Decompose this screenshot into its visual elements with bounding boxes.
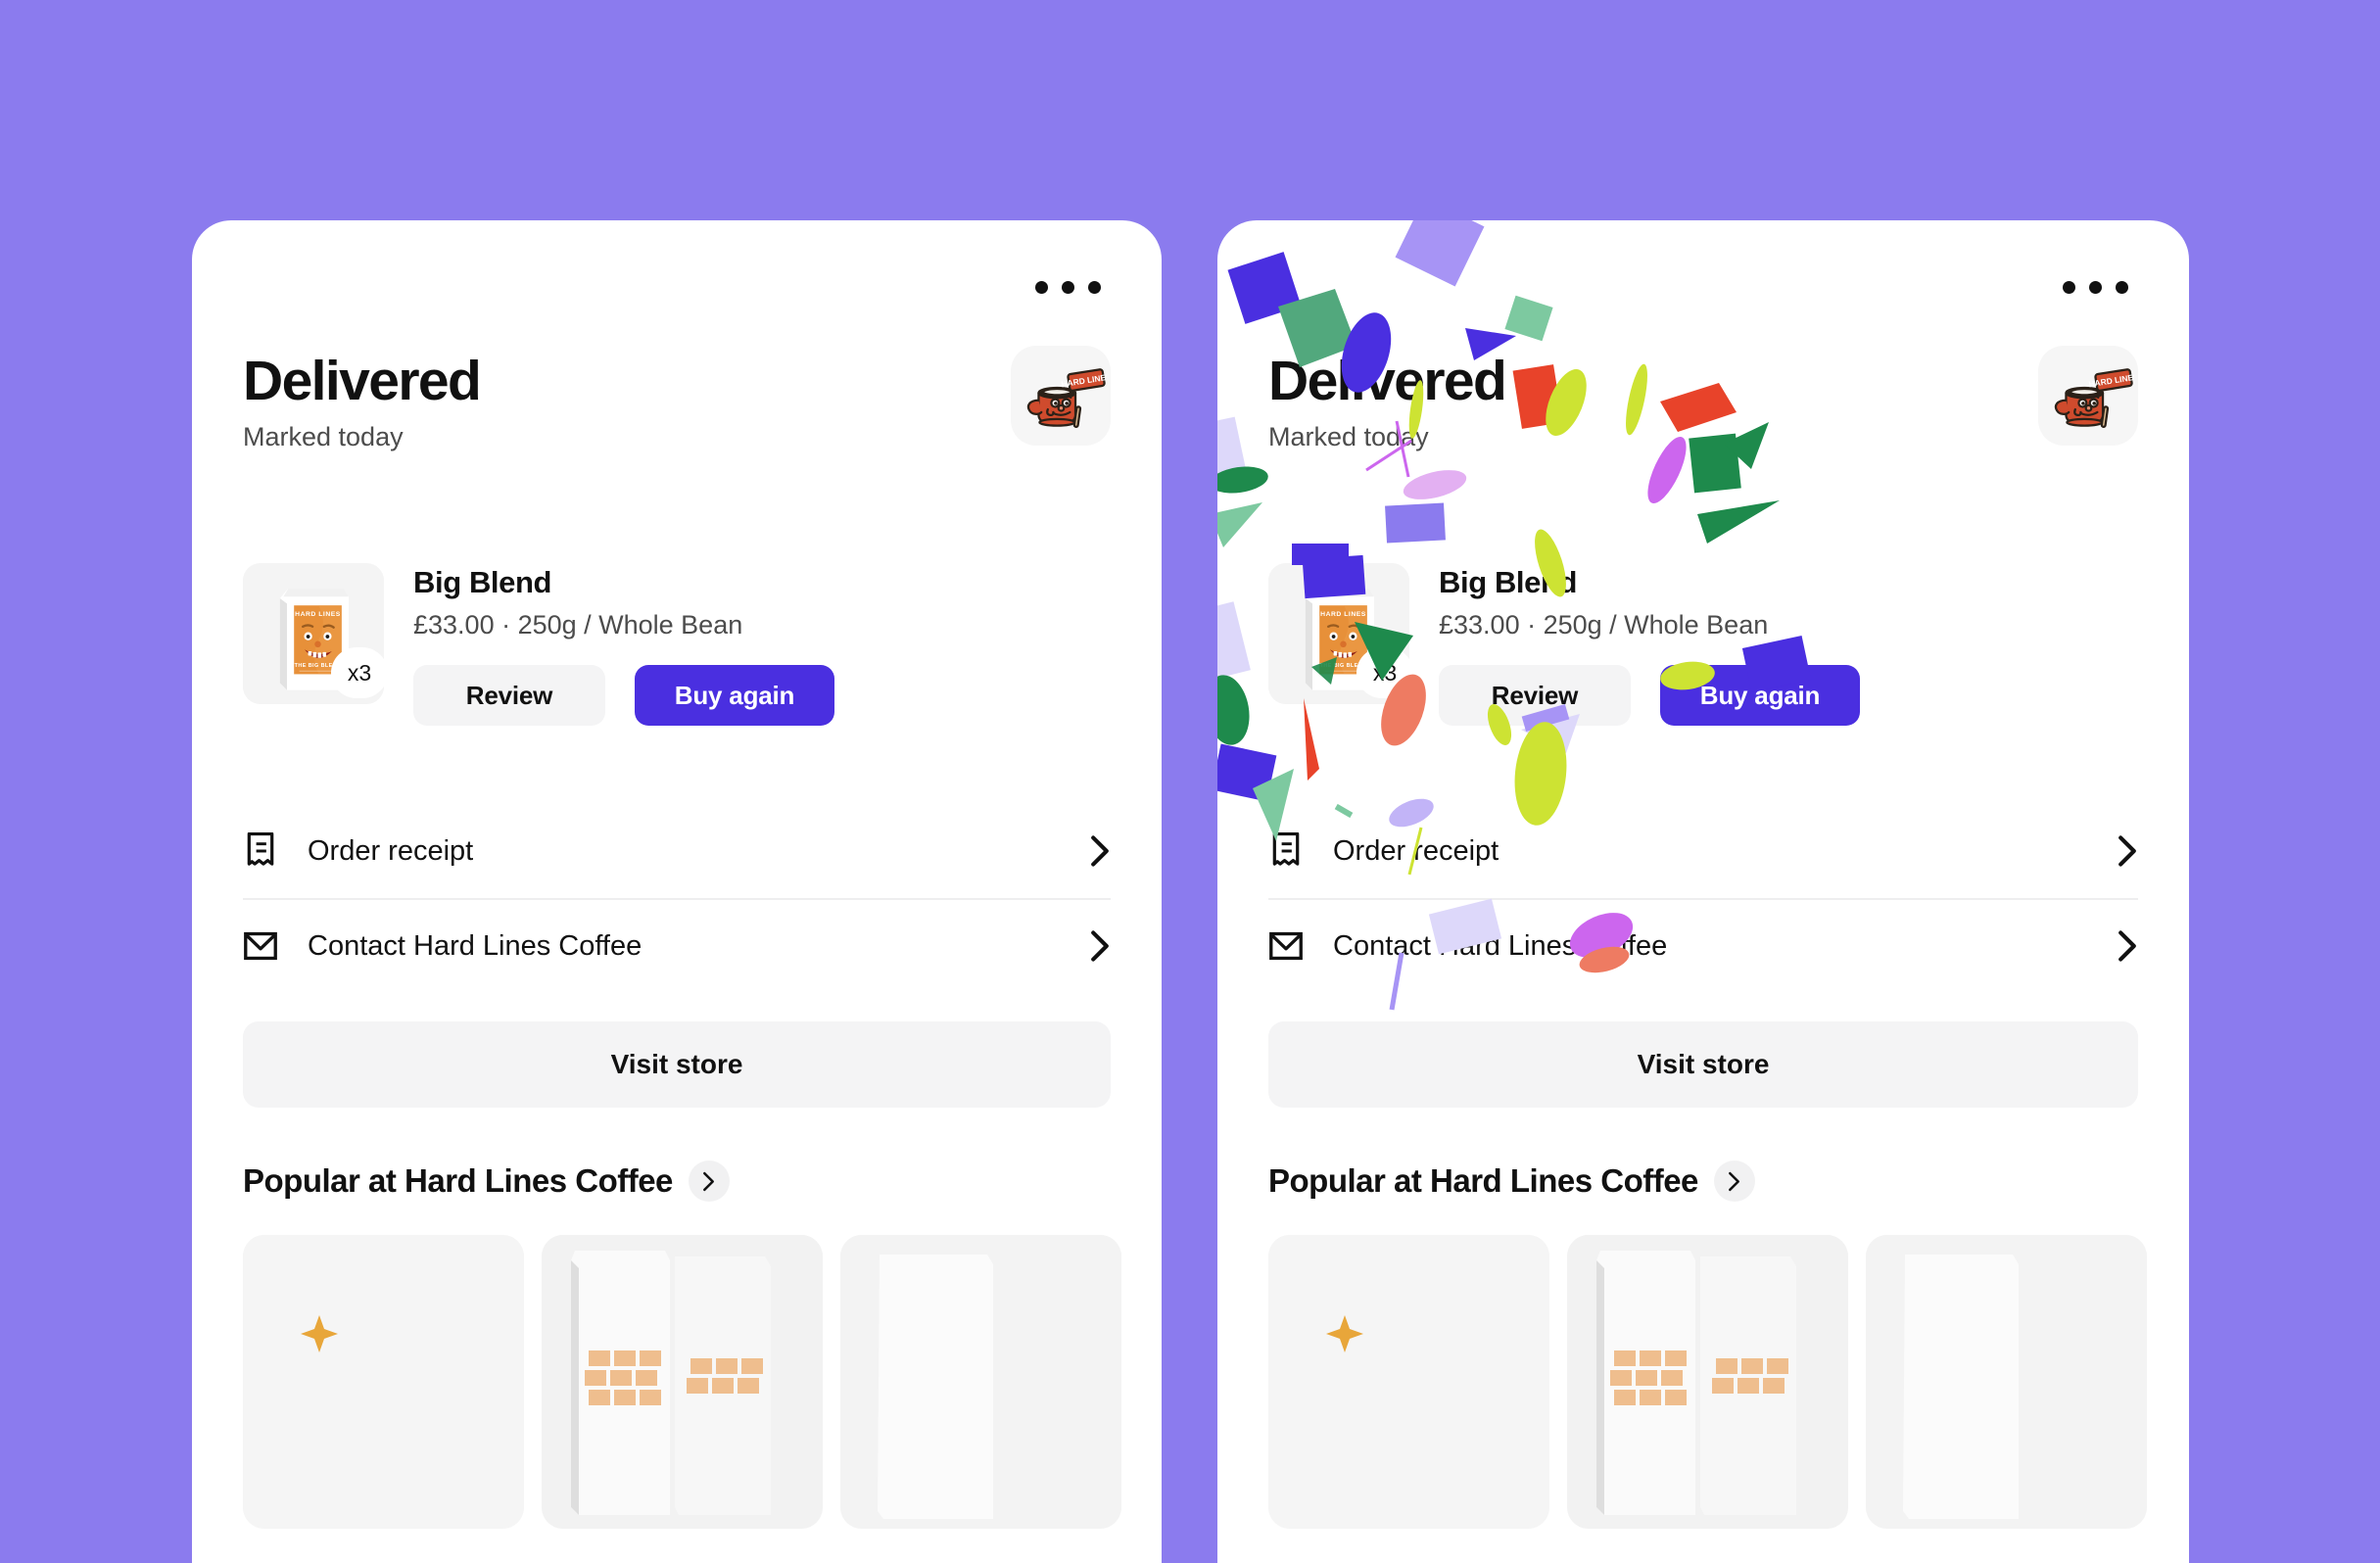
kebab-menu-icon[interactable] <box>2063 281 2128 294</box>
status-subtitle: Marked today <box>1268 421 1429 451</box>
coffee-bags-tile[interactable] <box>1567 1235 1848 1529</box>
list-item-label: Contact Hard Lines Coffee <box>308 929 643 962</box>
page-title: Delivered <box>1268 350 1507 412</box>
product-name: Big Blend <box>413 565 552 599</box>
kebab-dot <box>1088 281 1101 294</box>
chevron-right-icon <box>2117 929 2138 963</box>
kebab-menu-icon[interactable] <box>1035 281 1101 294</box>
list-item-order-receipt[interactable]: Order receipt <box>243 804 1111 898</box>
product-meta: £33.00 · 250g / Whole Bean <box>413 610 743 639</box>
receipt-icon <box>1268 832 1304 870</box>
page-title: Delivered <box>243 350 482 412</box>
product-name: Big Blend <box>1439 565 1578 599</box>
kebab-dot <box>2116 281 2128 294</box>
product-thumbnail[interactable]: HARD LINES THE BIG BLEND x3 <box>243 563 384 704</box>
review-button[interactable]: Review <box>1439 665 1631 726</box>
product-row: HARD LINES THE BIG BLEND x3 Big Blend £3… <box>1268 563 2138 726</box>
product-row: HARD LINES THE BIG BLEND x3 Big Blend £3… <box>243 563 1111 726</box>
kebab-dot <box>2089 281 2102 294</box>
sparkle-tile[interactable] <box>243 1235 524 1529</box>
order-card-plain: Delivered Marked today HARD LINES HARD L… <box>192 220 1162 1563</box>
buy-again-button[interactable]: Buy again <box>1660 665 1860 726</box>
product-meta: £33.00 · 250g / Whole Bean <box>1439 610 1769 639</box>
screen: Delivered Marked today HARD LINES HARD L… <box>0 0 2380 1563</box>
chevron-right-icon[interactable] <box>688 1160 730 1202</box>
popular-products-shelf <box>1268 1235 2147 1529</box>
chevron-right-icon <box>1089 929 1111 963</box>
kebab-dot <box>1035 281 1048 294</box>
list-item-label: Order receipt <box>308 834 474 867</box>
chevron-right-icon <box>2117 834 2138 868</box>
order-status-header: Delivered Marked today <box>243 350 482 452</box>
partial-tile[interactable] <box>1866 1235 2147 1529</box>
kebab-dot <box>1062 281 1074 294</box>
chevron-right-icon <box>1089 834 1111 868</box>
popular-products-shelf <box>243 1235 1121 1529</box>
list-item-label: Order receipt <box>1333 834 1499 867</box>
sparkle-tile[interactable] <box>1268 1235 1549 1529</box>
svg-text:HARD LINES: HARD LINES <box>1320 611 1366 618</box>
quantity-badge: x3 <box>1357 647 1409 698</box>
order-card-confetti: Delivered Marked today HARD LINES HARD L… <box>1217 220 2189 1563</box>
popular-heading: Popular at Hard Lines Coffee <box>243 1162 673 1199</box>
popular-section-header[interactable]: Popular at Hard Lines Coffee <box>243 1160 730 1202</box>
chevron-right-icon[interactable] <box>1713 1160 1755 1202</box>
kebab-dot <box>2063 281 2075 294</box>
visit-store-button[interactable]: Visit store <box>1268 1021 2138 1108</box>
list-item-label: Contact Hard Lines Coffee <box>1333 929 1668 962</box>
coffee-bags-tile[interactable] <box>542 1235 823 1529</box>
order-status-header: Delivered Marked today <box>1268 350 1507 452</box>
visit-store-button[interactable]: Visit store <box>243 1021 1111 1108</box>
envelope-icon <box>1268 927 1304 965</box>
popular-heading: Popular at Hard Lines Coffee <box>1268 1162 1698 1199</box>
order-actions-list: Order receipt Contact Hard Lines Coffee <box>1268 804 2138 992</box>
quantity-badge: x3 <box>331 647 384 698</box>
receipt-icon <box>243 832 278 870</box>
popular-section-header[interactable]: Popular at Hard Lines Coffee <box>1268 1160 1755 1202</box>
hard-lines-mug-mascot-icon[interactable]: HARD LINES <box>2038 346 2138 446</box>
review-button[interactable]: Review <box>413 665 605 726</box>
buy-again-button[interactable]: Buy again <box>635 665 834 726</box>
partial-tile[interactable] <box>840 1235 1121 1529</box>
product-thumbnail[interactable]: HARD LINES THE BIG BLEND x3 <box>1268 563 1409 704</box>
list-item-contact-store[interactable]: Contact Hard Lines Coffee <box>243 898 1111 992</box>
hard-lines-mug-mascot-icon[interactable]: HARD LINES <box>1011 346 1111 446</box>
status-subtitle: Marked today <box>243 421 404 451</box>
envelope-icon <box>243 927 278 965</box>
svg-text:HARD LINES: HARD LINES <box>295 611 341 618</box>
order-actions-list: Order receipt Contact Hard Lines Coffee <box>243 804 1111 992</box>
list-item-order-receipt[interactable]: Order receipt <box>1268 804 2138 898</box>
list-item-contact-store[interactable]: Contact Hard Lines Coffee <box>1268 898 2138 992</box>
